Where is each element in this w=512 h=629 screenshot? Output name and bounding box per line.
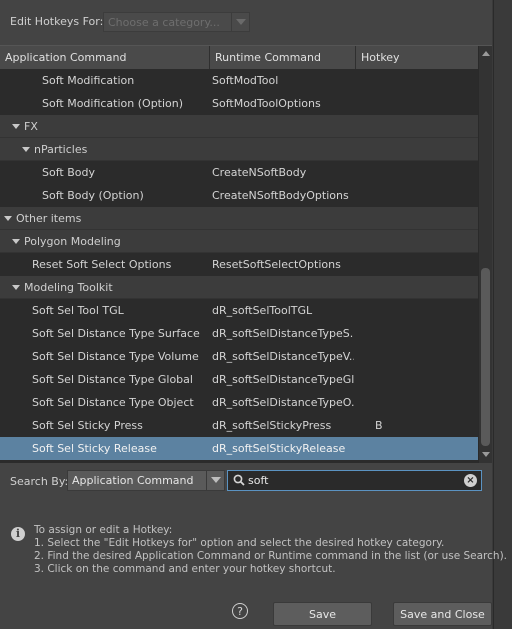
expand-caret-icon[interactable]	[4, 215, 12, 221]
table-scrollbar[interactable]	[478, 46, 492, 463]
hotkey-cell[interactable]	[375, 437, 475, 460]
edit-hotkeys-row: Edit Hotkeys For: Choose a category...	[0, 0, 493, 44]
table-body: Soft Modification SoftModTool Soft Modific…	[0, 69, 478, 460]
group-label: Polygon Modeling	[24, 235, 121, 248]
application-command-cell: Reset Soft Select Options	[32, 258, 172, 271]
hotkey-cell[interactable]	[375, 391, 475, 414]
category-placeholder: Choose a category...	[108, 16, 220, 29]
runtime-command-cell: dR_softSelStickyPress	[212, 419, 332, 432]
category-dropdown[interactable]: Choose a category...	[103, 12, 250, 32]
category-dropdown-arrow[interactable]	[231, 13, 249, 31]
hotkey-cell[interactable]	[375, 92, 475, 115]
hotkey-cell[interactable]	[375, 253, 475, 276]
table-row-selected[interactable]: Soft Sel Sticky Release dR_softSelStickyR…	[0, 437, 478, 460]
expand-caret-icon[interactable]	[22, 146, 30, 152]
application-command-cell: Soft Sel Distance Type Surface	[32, 327, 200, 340]
expand-caret-icon[interactable]	[12, 123, 20, 129]
runtime-command-cell: dR_softSelDistanceTypeV...	[212, 350, 354, 363]
search-by-label: Search By:	[10, 475, 69, 488]
save-and-close-button[interactable]: Save and Close	[393, 602, 492, 626]
info-icon: i	[11, 527, 25, 541]
application-command-cell: Soft Sel Sticky Press	[32, 419, 143, 432]
hotkey-cell[interactable]	[375, 69, 475, 92]
hotkey-cell[interactable]	[375, 299, 475, 322]
application-command-cell: Soft Sel Distance Type Global	[32, 373, 193, 386]
table-header: Application Command Runtime Command Hotk…	[0, 46, 478, 70]
save-button[interactable]: Save	[273, 602, 372, 626]
search-by-dropdown-arrow[interactable]	[206, 471, 224, 490]
runtime-command-cell: dR_softSelDistanceTypeS...	[212, 327, 354, 340]
tree-group-cell: nParticles	[22, 138, 232, 161]
expand-caret-icon[interactable]	[12, 284, 20, 290]
table-row[interactable]: Reset Soft Select Options ResetSoftSelect…	[0, 253, 478, 276]
application-command-cell: Soft Sel Tool TGL	[32, 304, 124, 317]
table-row[interactable]: Soft Body (Option) CreateNSoftBodyOptions	[0, 184, 478, 207]
tree-group-row[interactable]: nParticles	[0, 138, 478, 161]
hotkey-cell[interactable]	[375, 322, 475, 345]
table-row[interactable]: Soft Sel Distance Type Object dR_softSelD…	[0, 391, 478, 414]
hotkey-cell[interactable]	[375, 161, 475, 184]
column-header-application-command[interactable]: Application Command	[0, 46, 210, 69]
table-row[interactable]: Soft Modification (Option) SoftModToolOpt…	[0, 92, 478, 115]
application-command-cell: Soft Sel Distance Type Object	[32, 396, 194, 409]
scroll-down-icon[interactable]	[482, 452, 490, 457]
group-label: Other items	[16, 212, 82, 225]
runtime-command-cell: dR_softSelDistanceTypeO...	[212, 396, 354, 409]
chevron-down-icon	[236, 19, 246, 25]
table-row[interactable]: Soft Modification SoftModTool	[0, 69, 478, 92]
application-command-cell: Soft Sel Distance Type Volume	[32, 350, 199, 363]
column-header-runtime-command[interactable]: Runtime Command	[210, 46, 356, 69]
instructions-text: To assign or edit a Hotkey: 1. Select th…	[34, 524, 507, 576]
instruction-line: To assign or edit a Hotkey:	[34, 524, 173, 536]
runtime-command-cell: ResetSoftSelectOptions	[212, 258, 341, 271]
tree-group-row[interactable]: Polygon Modeling	[0, 230, 478, 253]
runtime-command-cell: SoftModTool	[212, 74, 279, 87]
help-button[interactable]: ?	[232, 603, 248, 619]
tree-group-cell: Modeling Toolkit	[12, 276, 222, 299]
hotkey-cell[interactable]	[375, 345, 475, 368]
search-by-value: Application Command	[72, 474, 194, 487]
table-row[interactable]: Soft Sel Sticky Press dR_softSelStickyPre…	[0, 414, 478, 437]
tree-group-row[interactable]: Modeling Toolkit	[0, 276, 478, 299]
runtime-command-cell: CreateNSoftBodyOptions	[212, 189, 349, 202]
runtime-command-cell: SoftModToolOptions	[212, 97, 321, 110]
search-field[interactable]: ×	[227, 470, 482, 491]
search-icon	[233, 474, 245, 486]
tree-group-cell: Other items	[4, 207, 214, 230]
instruction-line: 2. Find the desired Application Command …	[34, 550, 508, 562]
tree-group-cell: FX	[12, 115, 222, 138]
tree-group-cell: Polygon Modeling	[12, 230, 222, 253]
runtime-command-cell: dR_softSelStickyRelease	[212, 442, 346, 455]
hotkey-cell[interactable]	[375, 368, 475, 391]
search-by-dropdown[interactable]: Application Command	[67, 470, 225, 491]
application-command-cell: Soft Sel Sticky Release	[32, 442, 157, 455]
table-row[interactable]: Soft Sel Distance Type Volume dR_softSelD…	[0, 345, 478, 368]
scroll-up-icon[interactable]	[482, 51, 490, 56]
table-row[interactable]: Soft Sel Tool TGL dR_softSelToolTGL	[0, 299, 478, 322]
tree-group-row[interactable]: Other items	[0, 207, 478, 230]
group-label: Modeling Toolkit	[24, 281, 113, 294]
group-label: FX	[24, 120, 38, 133]
hotkey-cell[interactable]	[375, 184, 475, 207]
scroll-thumb[interactable]	[481, 268, 490, 446]
hotkey-cell[interactable]: B	[375, 414, 475, 437]
table-row[interactable]: Soft Sel Distance Type Global dR_softSelD…	[0, 368, 478, 391]
runtime-command-cell: CreateNSoftBody	[212, 166, 307, 179]
hotkey-table: Application Command Runtime Command Hotk…	[0, 45, 492, 463]
chevron-down-icon	[211, 477, 221, 483]
expand-caret-icon[interactable]	[12, 238, 20, 244]
instruction-line: 3. Click on the command and enter your h…	[34, 563, 336, 575]
search-input[interactable]	[248, 472, 453, 489]
table-row[interactable]: Soft Body CreateNSoftBody	[0, 161, 478, 184]
clear-search-icon[interactable]: ×	[464, 474, 477, 487]
runtime-command-cell: dR_softSelDistanceTypeGl...	[212, 373, 354, 386]
tree-group-row[interactable]: FX	[0, 115, 478, 138]
runtime-command-cell: dR_softSelToolTGL	[212, 304, 313, 317]
edit-hotkeys-label: Edit Hotkeys For:	[10, 15, 104, 28]
group-label: nParticles	[34, 143, 88, 156]
instruction-line: 1. Select the "Edit Hotkeys for" option …	[34, 537, 445, 549]
table-row[interactable]: Soft Sel Distance Type Surface dR_softSel…	[0, 322, 478, 345]
column-header-hotkey[interactable]: Hotkey	[356, 46, 478, 69]
